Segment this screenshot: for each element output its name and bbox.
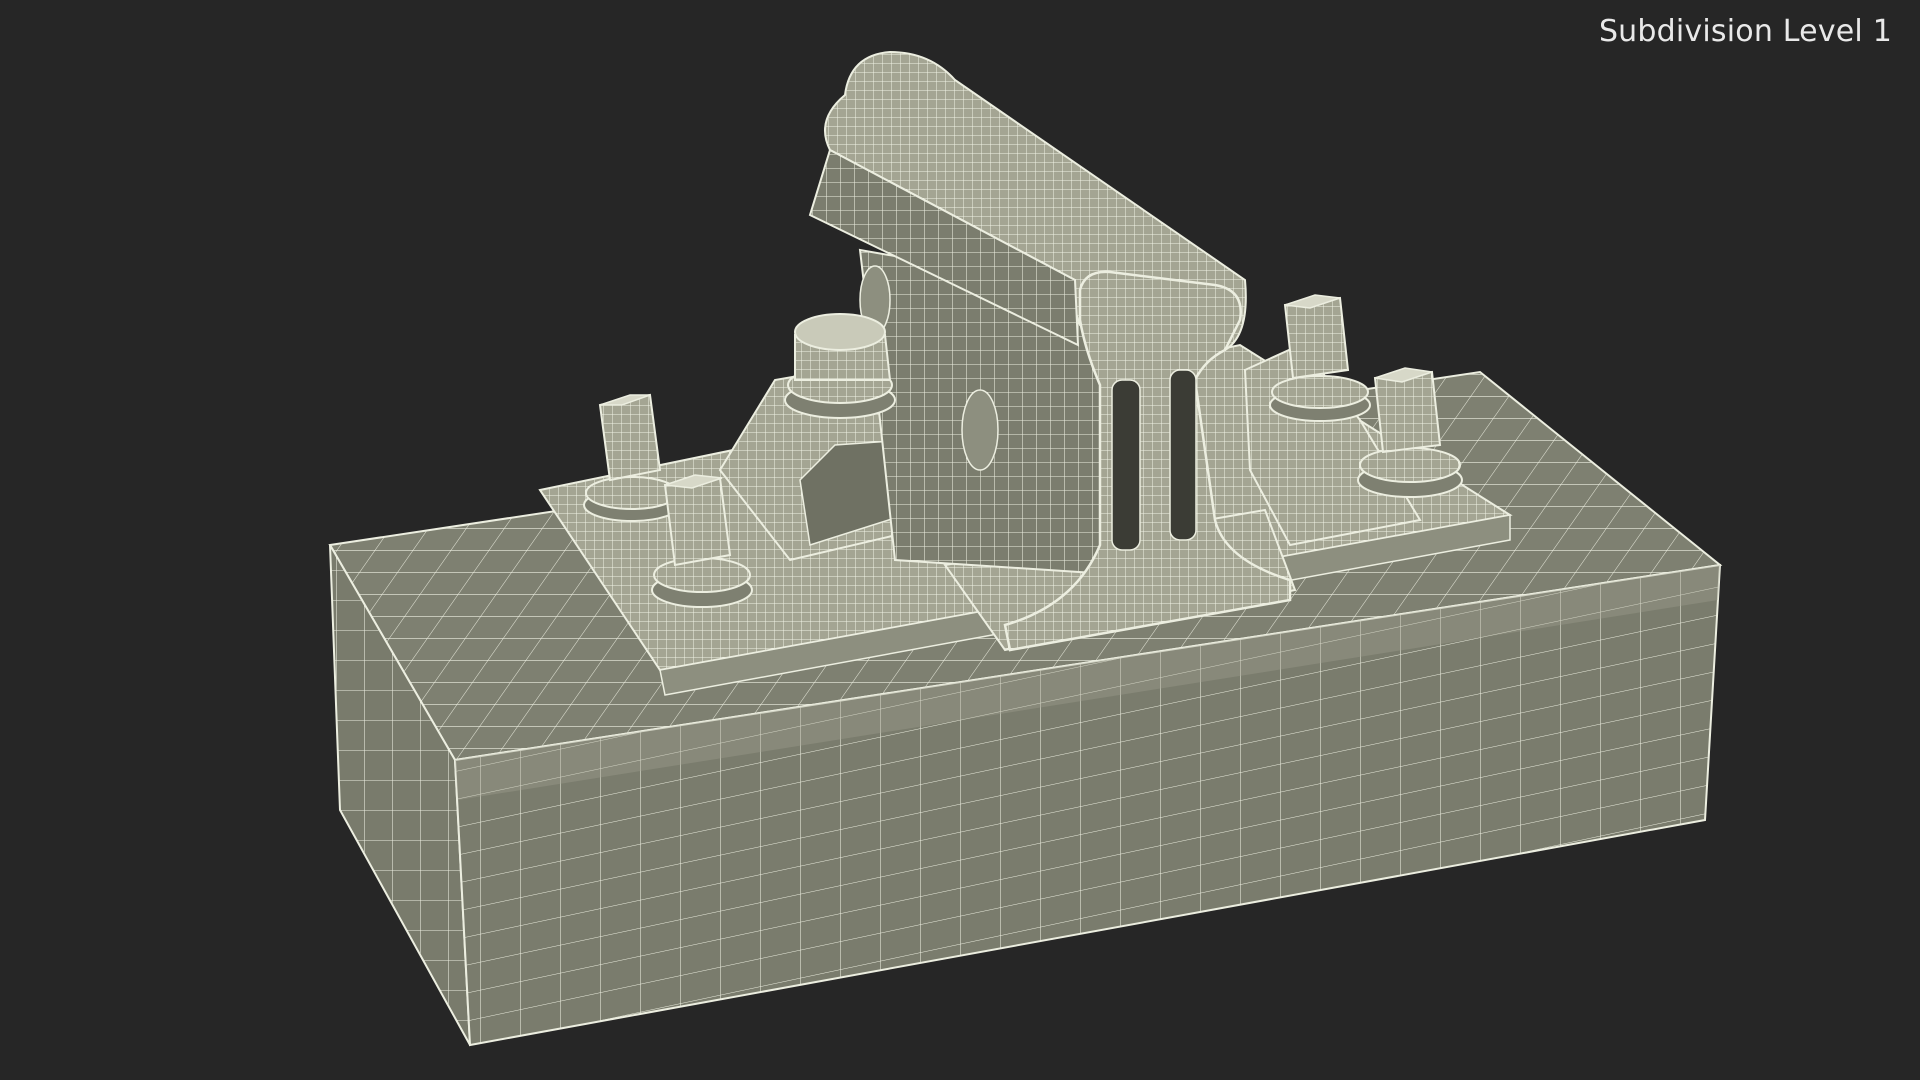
bolt-left-back bbox=[583, 393, 681, 522]
bolt-center-nut bbox=[784, 313, 896, 419]
wireframe-model bbox=[328, 50, 1723, 1047]
render-viewport: Subdivision Level 1 bbox=[0, 0, 1920, 1080]
